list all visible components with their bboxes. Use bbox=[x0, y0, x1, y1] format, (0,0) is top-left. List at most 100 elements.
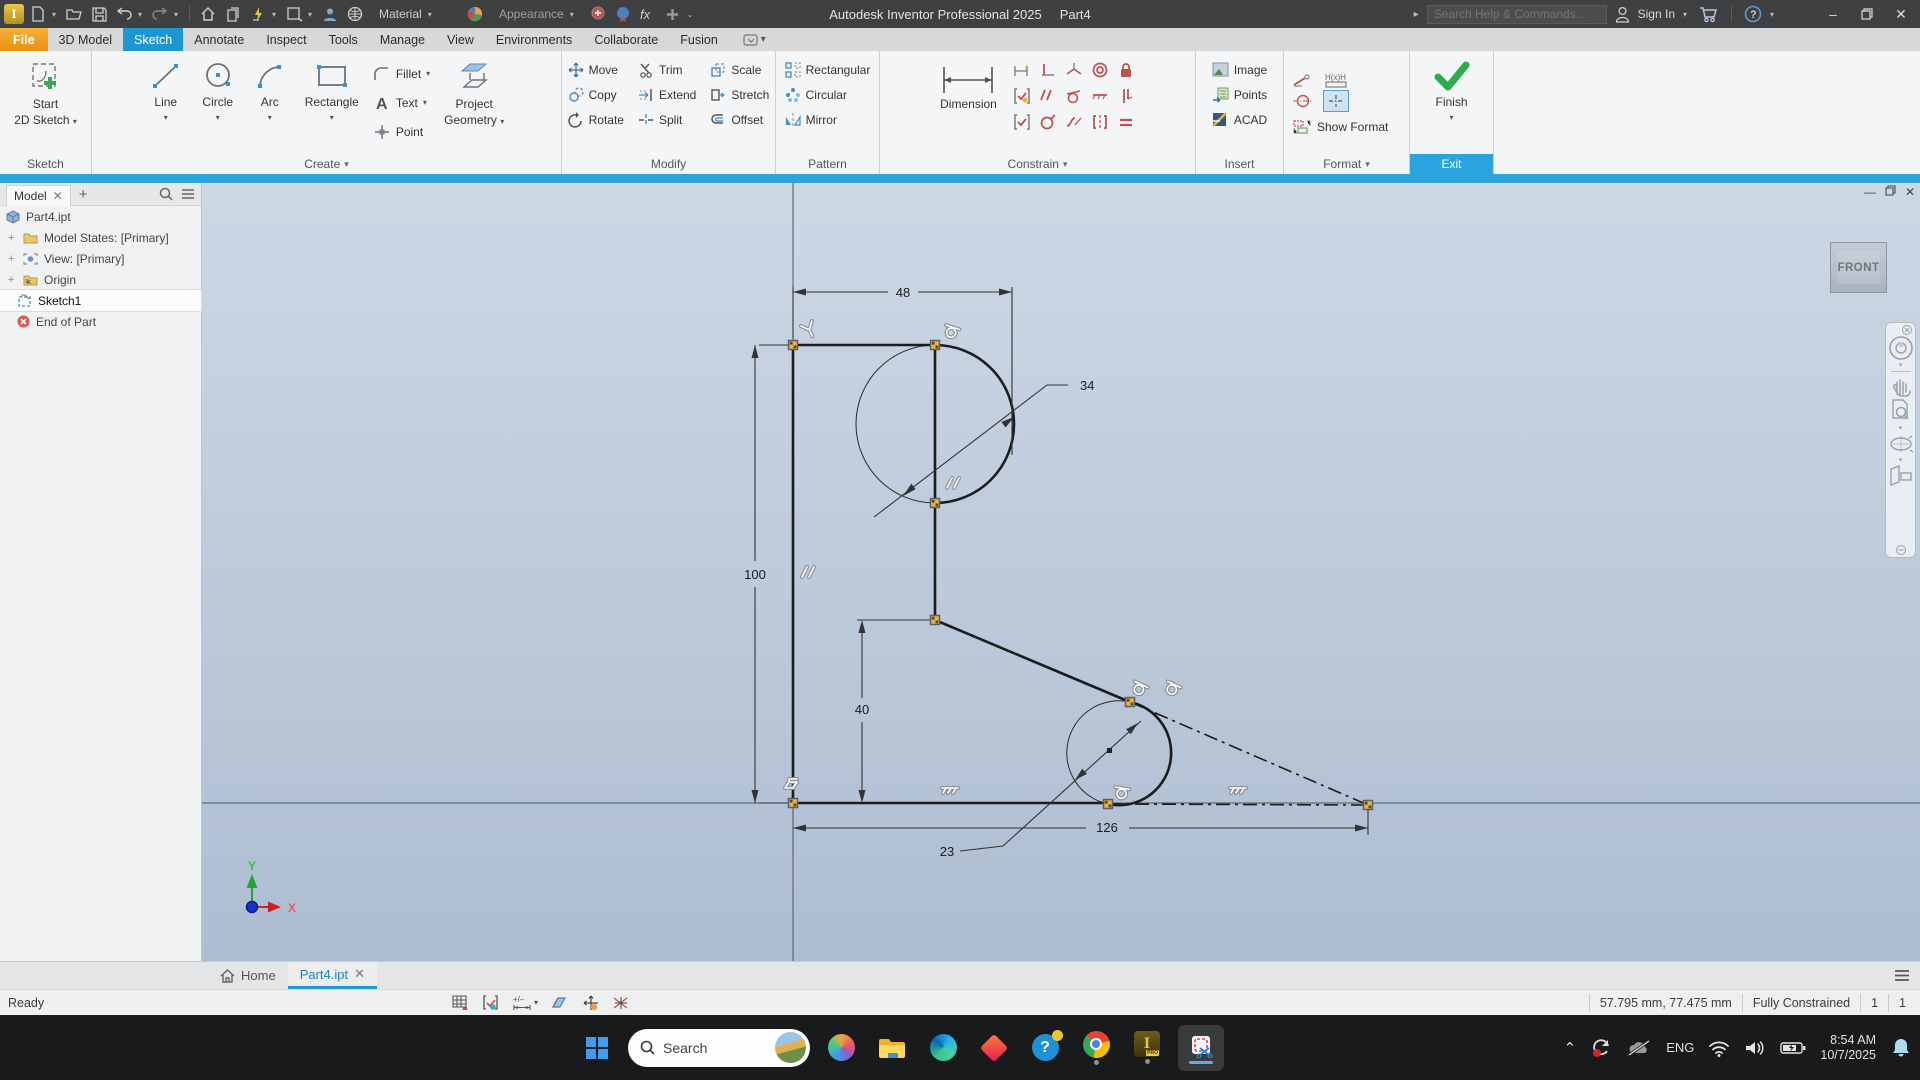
fillet-tool[interactable]: Fillet ▾ bbox=[373, 61, 430, 86]
copilot-app-icon[interactable] bbox=[821, 1028, 861, 1068]
view-settings-caret[interactable]: ▾ bbox=[308, 10, 316, 19]
qat-add-icon[interactable] bbox=[662, 3, 684, 25]
coincident-constraint-button[interactable] bbox=[1065, 61, 1083, 79]
circular-pattern-tool[interactable]: Circular bbox=[785, 82, 871, 107]
onedrive-tray-icon[interactable] bbox=[1626, 1038, 1652, 1058]
equal-constraint-button[interactable] bbox=[1117, 113, 1135, 131]
part4-tab[interactable]: Part4.ipt ✕ bbox=[287, 962, 378, 989]
material-combo[interactable]: Material ▾ bbox=[373, 5, 461, 23]
browser-tab-close-icon[interactable]: ✕ bbox=[53, 189, 63, 203]
insert-image-tool[interactable]: Image bbox=[1212, 57, 1267, 82]
doc-restore-icon[interactable] bbox=[1885, 185, 1896, 199]
restore-button[interactable] bbox=[1854, 2, 1880, 26]
look-at-tool-icon[interactable] bbox=[1888, 464, 1914, 486]
circle-tool[interactable]: Circle ▾ bbox=[197, 57, 239, 127]
extend-tool[interactable]: Extend bbox=[638, 82, 696, 107]
line-tool[interactable]: Line ▾ bbox=[145, 57, 187, 127]
weather-widget-icon[interactable] bbox=[775, 1032, 806, 1063]
perpendicular-constraint-button[interactable] bbox=[1039, 61, 1057, 79]
edge-browser-icon[interactable] bbox=[923, 1028, 963, 1068]
help-app-icon[interactable]: ? bbox=[1025, 1028, 1065, 1068]
material-sphere-icon[interactable] bbox=[344, 3, 366, 25]
expander-icon[interactable]: + bbox=[8, 274, 17, 286]
start-2d-sketch-button[interactable]: Start 2D Sketch ▾ bbox=[10, 57, 81, 131]
rectangle-tool[interactable]: Rectangle ▾ bbox=[301, 57, 363, 127]
navwheel-caret[interactable]: ▾ bbox=[1899, 361, 1903, 369]
appearance-combo[interactable]: Appearance ▾ bbox=[493, 5, 584, 23]
auto-dimension-button[interactable] bbox=[1013, 61, 1031, 79]
cart-icon[interactable] bbox=[1699, 6, 1719, 23]
tangent-constraint-button[interactable] bbox=[1065, 87, 1083, 105]
tab-file[interactable]: File bbox=[0, 28, 48, 51]
tab-3d-model[interactable]: 3D Model bbox=[48, 28, 124, 51]
collinear-constraint-button[interactable] bbox=[1091, 87, 1109, 105]
orbit-tool-icon[interactable] bbox=[1888, 432, 1914, 456]
dim-48-value[interactable]: 48 bbox=[896, 285, 910, 300]
part4-tab-close-icon[interactable]: ✕ bbox=[354, 966, 365, 982]
tray-expand-chevron[interactable]: ⌃ bbox=[1564, 1039, 1577, 1057]
navbar-close-icon[interactable] bbox=[1902, 325, 1912, 335]
dimension-126[interactable] bbox=[793, 810, 1369, 835]
fx-parameters-icon[interactable]: fx bbox=[637, 3, 659, 25]
copy-tool[interactable]: Copy bbox=[568, 82, 624, 107]
diamond-app-icon[interactable] bbox=[974, 1028, 1014, 1068]
browser-tab-model[interactable]: Model ✕ bbox=[6, 184, 71, 206]
rectangular-pattern-tool[interactable]: Rectangular bbox=[784, 57, 870, 82]
expander-icon[interactable]: + bbox=[8, 232, 17, 244]
orbit-caret[interactable]: ▾ bbox=[1899, 456, 1903, 464]
project-geometry-tool[interactable]: Project Geometry ▾ bbox=[440, 57, 508, 131]
panel-label-create[interactable]: Create ▾ bbox=[92, 154, 561, 174]
browser-menu-icon[interactable] bbox=[181, 188, 195, 200]
undo-caret[interactable]: ▾ bbox=[138, 10, 146, 19]
tab-inspect[interactable]: Inspect bbox=[255, 28, 317, 51]
help-caret[interactable]: ▾ bbox=[1770, 10, 1778, 19]
symmetric-constraint-button[interactable] bbox=[1091, 113, 1109, 131]
finish-sketch-button[interactable]: Finish ▾ bbox=[1428, 57, 1476, 127]
constraint-visibility-toggle[interactable] bbox=[482, 994, 500, 1011]
taskbar-search-box[interactable]: Search bbox=[628, 1028, 810, 1067]
centerline-button[interactable] bbox=[1292, 93, 1314, 109]
start-button[interactable] bbox=[577, 1028, 617, 1068]
clock[interactable]: 8:54 AM 10/7/2025 bbox=[1820, 1033, 1876, 1063]
tab-tools[interactable]: Tools bbox=[318, 28, 369, 51]
snipping-tool-active-icon[interactable] bbox=[1178, 1024, 1224, 1071]
graphics-window[interactable]: 48 34 100 40 126 23 Y X — ✕ FRONT ▾ ▾ ▾ bbox=[202, 183, 1920, 961]
doc-tabs-menu-icon[interactable] bbox=[1894, 969, 1910, 982]
language-indicator[interactable]: ENG bbox=[1666, 1040, 1694, 1055]
open-button[interactable] bbox=[63, 3, 85, 25]
qat-customize-caret[interactable]: ⌄ bbox=[687, 10, 695, 19]
insert-points-tool[interactable]: Points bbox=[1212, 82, 1267, 107]
browser-node-model-states[interactable]: + Model States: [Primary] bbox=[0, 227, 201, 248]
sketch-profile[interactable] bbox=[791, 343, 1173, 807]
battery-tray-icon[interactable] bbox=[1780, 1040, 1806, 1056]
insert-acad-tool[interactable]: ACAD bbox=[1211, 107, 1267, 132]
stretch-tool[interactable]: Stretch bbox=[710, 82, 769, 107]
expander-icon[interactable]: + bbox=[8, 253, 17, 265]
vertical-constraint-button[interactable] bbox=[1117, 87, 1135, 105]
mirror-tool[interactable]: Mirror bbox=[785, 107, 871, 132]
show-format-button[interactable]: Show Format bbox=[1292, 114, 1388, 139]
tab-annotate[interactable]: Annotate bbox=[183, 28, 255, 51]
inventor-app-icon[interactable]: I bbox=[4, 4, 24, 24]
degrees-of-freedom-toggle[interactable] bbox=[612, 995, 630, 1011]
dim-34-value[interactable]: 34 bbox=[1080, 378, 1094, 393]
browser-node-sketch1[interactable]: Sketch1 bbox=[0, 289, 202, 312]
sync-tray-icon[interactable] bbox=[1590, 1037, 1612, 1059]
browser-node-end-of-part[interactable]: End of Part bbox=[0, 311, 201, 332]
centerline-diagonal[interactable] bbox=[1129, 701, 1369, 806]
doc-close-icon[interactable]: ✕ bbox=[1905, 185, 1915, 199]
home-button[interactable] bbox=[197, 3, 219, 25]
trim-tool[interactable]: Trim bbox=[638, 57, 696, 82]
full-navigation-wheel-icon[interactable] bbox=[1888, 335, 1914, 361]
pan-tool-icon[interactable] bbox=[1889, 374, 1913, 398]
zoom-caret[interactable]: ▾ bbox=[1899, 424, 1903, 432]
ribbon-collapse-button[interactable]: ▾ bbox=[743, 28, 766, 51]
centerline-horizontal[interactable] bbox=[1107, 803, 1369, 806]
help-icon[interactable]: ? bbox=[1744, 5, 1762, 23]
parallel-constraint-button[interactable] bbox=[1039, 87, 1057, 105]
help-search-input[interactable] bbox=[1426, 4, 1607, 24]
panel-label-format[interactable]: Format ▾ bbox=[1284, 154, 1409, 174]
save-button[interactable] bbox=[88, 3, 110, 25]
browser-node-view[interactable]: + View: [Primary] bbox=[0, 248, 201, 269]
text-tool[interactable]: A Text ▾ bbox=[373, 90, 430, 115]
